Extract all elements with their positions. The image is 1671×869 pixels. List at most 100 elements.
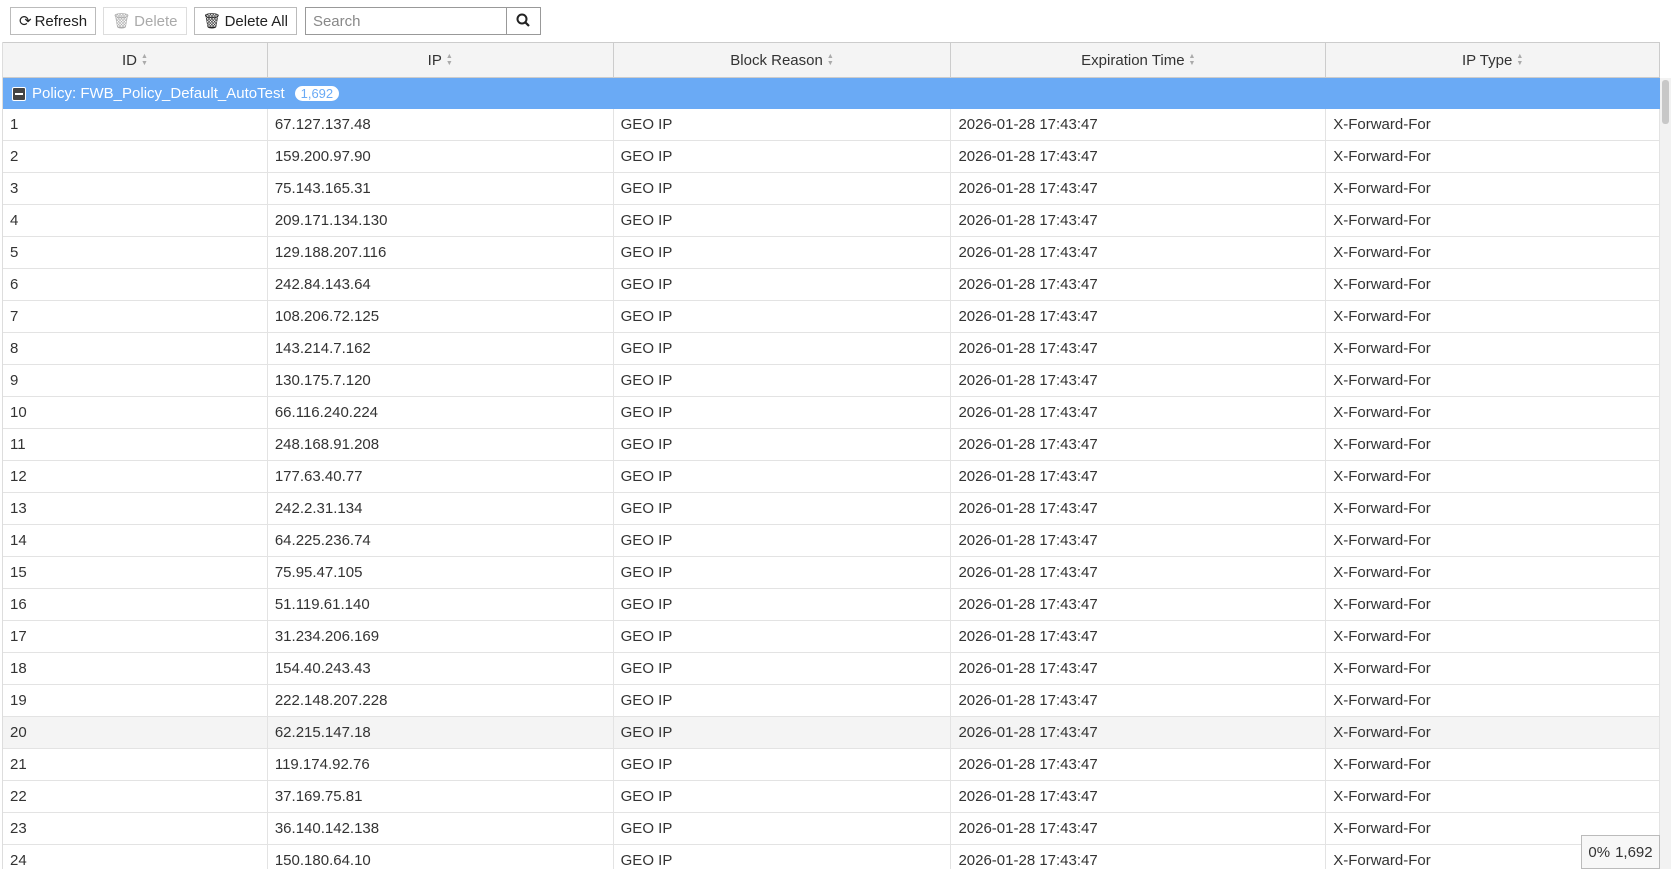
cell-id: 5	[3, 237, 268, 268]
refresh-label: Refresh	[34, 12, 88, 30]
cell-id: 13	[3, 493, 268, 524]
cell-ip: 62.215.147.18	[268, 717, 614, 748]
cell-block-reason: GEO IP	[614, 717, 952, 748]
cell-ip: 130.175.7.120	[268, 365, 614, 396]
table-row[interactable]: 12 177.63.40.77 GEO IP 2026-01-28 17:43:47 X…	[3, 461, 1660, 493]
cell-expiration-time: 2026-01-28 17:43:47	[951, 397, 1327, 428]
column-label: Expiration Time	[1081, 51, 1185, 69]
table-row[interactable]: 14 64.225.236.74 GEO IP 2026-01-28 17:43:47…	[3, 525, 1660, 557]
table-row[interactable]: 4 209.171.134.130 GEO IP 2026-01-28 17:43:4…	[3, 205, 1660, 237]
search-input[interactable]	[304, 7, 507, 35]
table-row[interactable]: 2 159.200.97.90 GEO IP 2026-01-28 17:43:47 X…	[3, 141, 1660, 173]
cell-expiration-time: 2026-01-28 17:43:47	[951, 557, 1327, 588]
progress-total: 1,692	[1615, 843, 1653, 861]
cell-id: 9	[3, 365, 268, 396]
cell-expiration-time: 2026-01-28 17:43:47	[951, 781, 1327, 812]
column-header-id[interactable]: ID ▲ ▼	[3, 43, 268, 77]
cell-expiration-time: 2026-01-28 17:43:47	[951, 813, 1327, 844]
cell-ip: 154.40.243.43	[268, 653, 614, 684]
search-button[interactable]	[506, 7, 541, 35]
table-row[interactable]: 13 242.2.31.134 GEO IP 2026-01-28 17:43:47 X…	[3, 493, 1660, 525]
cell-block-reason: GEO IP	[614, 621, 952, 652]
table-row[interactable]: 7 108.206.72.125 GEO IP 2026-01-28 17:43:47…	[3, 301, 1660, 333]
table-row[interactable]: 22 37.169.75.81 GEO IP 2026-01-28 17:43:47 X…	[3, 781, 1660, 813]
progress-percent: 0%	[1588, 843, 1611, 861]
cell-expiration-time: 2026-01-28 17:43:47	[951, 717, 1327, 748]
table-row[interactable]: 10 66.116.240.224 GEO IP 2026-01-28 17:43:4…	[3, 397, 1660, 429]
cell-block-reason: GEO IP	[614, 813, 952, 844]
cell-id: 11	[3, 429, 268, 460]
sort-icon[interactable]: ▲ ▼	[1189, 53, 1196, 67]
sort-icon[interactable]: ▲ ▼	[141, 53, 148, 67]
trash-icon: 🗑	[112, 13, 132, 30]
column-label: IP	[427, 51, 442, 69]
cell-id: 15	[3, 557, 268, 588]
cell-ip: 119.174.92.76	[268, 749, 614, 780]
column-header-expiration-time[interactable]: Expiration Time ▲ ▼	[951, 43, 1327, 77]
cell-ip-type: X-Forward-For	[1326, 333, 1660, 364]
cell-ip-type: X-Forward-For	[1326, 493, 1660, 524]
cell-ip: 31.234.206.169	[268, 621, 614, 652]
cell-ip-type: X-Forward-For	[1326, 653, 1660, 684]
table-row[interactable]: 21 119.174.92.76 GEO IP 2026-01-28 17:43:47…	[3, 749, 1660, 781]
trash-icon: 🗑	[202, 13, 222, 30]
cell-expiration-time: 2026-01-28 17:43:47	[951, 269, 1327, 300]
scrollbar-thumb[interactable]	[1662, 80, 1669, 124]
delete-button[interactable]: 🗑 Delete	[103, 7, 187, 35]
search-icon	[516, 13, 531, 27]
column-header-ip[interactable]: IP ▲ ▼	[268, 43, 614, 77]
cell-block-reason: GEO IP	[614, 269, 952, 300]
table-row[interactable]: 3 75.143.165.31 GEO IP 2026-01-28 17:43:47 X…	[3, 173, 1660, 205]
cell-expiration-time: 2026-01-28 17:43:47	[951, 429, 1327, 460]
cell-ip: 248.168.91.208	[268, 429, 614, 460]
cell-expiration-time: 2026-01-28 17:43:47	[951, 461, 1327, 492]
cell-expiration-time: 2026-01-28 17:43:47	[951, 141, 1327, 172]
cell-ip: 51.119.61.140	[268, 589, 614, 620]
cell-id: 12	[3, 461, 268, 492]
scrollbar[interactable]	[1660, 78, 1671, 869]
cell-ip-type: X-Forward-For	[1326, 429, 1660, 460]
cell-ip: 222.148.207.228	[268, 685, 614, 716]
cell-block-reason: GEO IP	[614, 845, 952, 869]
table-row[interactable]: 1 67.127.137.48 GEO IP 2026-01-28 17:43:47 X…	[3, 109, 1660, 141]
table-row[interactable]: 19 222.148.207.228 GEO IP 2026-01-28 17:43:…	[3, 685, 1660, 717]
cell-ip-type: X-Forward-For	[1326, 173, 1660, 204]
table-row[interactable]: 8 143.214.7.162 GEO IP 2026-01-28 17:43:47 X…	[3, 333, 1660, 365]
column-header-ip-type[interactable]: IP Type ▲ ▼	[1326, 43, 1660, 77]
cell-expiration-time: 2026-01-28 17:43:47	[951, 173, 1327, 204]
cell-ip-type: X-Forward-For	[1326, 269, 1660, 300]
refresh-icon: ⟳	[19, 13, 32, 30]
cell-expiration-time: 2026-01-28 17:43:47	[951, 493, 1327, 524]
table-row[interactable]: 24 150.180.64.10 GEO IP 2026-01-28 17:43:47…	[3, 845, 1660, 869]
table-row[interactable]: 5 129.188.207.116 GEO IP 2026-01-28 17:43:4…	[3, 237, 1660, 269]
refresh-button[interactable]: ⟳ Refresh	[10, 7, 97, 35]
table-row[interactable]: 6 242.84.143.64 GEO IP 2026-01-28 17:43:47 X…	[3, 269, 1660, 301]
table-row[interactable]: 16 51.119.61.140 GEO IP 2026-01-28 17:43:47…	[3, 589, 1660, 621]
table-row[interactable]: 20 62.215.147.18 GEO IP 2026-01-28 17:43:47…	[3, 717, 1660, 749]
cell-ip: 159.200.97.90	[268, 141, 614, 172]
cell-id: 22	[3, 781, 268, 812]
collapse-icon[interactable]	[12, 86, 26, 101]
table-row[interactable]: 9 130.175.7.120 GEO IP 2026-01-28 17:43:47 X…	[3, 365, 1660, 397]
cell-ip: 36.140.142.138	[268, 813, 614, 844]
toolbar: ⟳ Refresh 🗑 Delete 🗑 Delete All	[0, 0, 1671, 42]
table-row[interactable]: 15 75.95.47.105 GEO IP 2026-01-28 17:43:47 X…	[3, 557, 1660, 589]
cell-ip: 242.2.31.134	[268, 493, 614, 524]
table-row[interactable]: 11 248.168.91.208 GEO IP 2026-01-28 17:43:4…	[3, 429, 1660, 461]
group-row[interactable]: Policy: FWB_Policy_Default_AutoTest 1,69…	[3, 78, 1660, 109]
delete-all-button[interactable]: 🗑 Delete All	[193, 7, 297, 35]
delete-all-label: Delete All	[224, 12, 288, 30]
cell-id: 8	[3, 333, 268, 364]
table-row[interactable]: 17 31.234.206.169 GEO IP 2026-01-28 17:43:4…	[3, 621, 1660, 653]
column-label: ID	[121, 51, 137, 69]
cell-id: 24	[3, 845, 268, 869]
progress-indicator: 0% 1,692	[1581, 835, 1660, 869]
cell-expiration-time: 2026-01-28 17:43:47	[951, 845, 1327, 869]
cell-block-reason: GEO IP	[614, 141, 952, 172]
column-header-block-reason[interactable]: Block Reason ▲ ▼	[614, 43, 952, 77]
sort-icon[interactable]: ▲ ▼	[827, 53, 834, 67]
sort-icon[interactable]: ▲ ▼	[446, 53, 453, 67]
table-row[interactable]: 23 36.140.142.138 GEO IP 2026-01-28 17:43:4…	[3, 813, 1660, 845]
sort-icon[interactable]: ▲ ▼	[1516, 53, 1523, 67]
table-row[interactable]: 18 154.40.243.43 GEO IP 2026-01-28 17:43:47…	[3, 653, 1660, 685]
